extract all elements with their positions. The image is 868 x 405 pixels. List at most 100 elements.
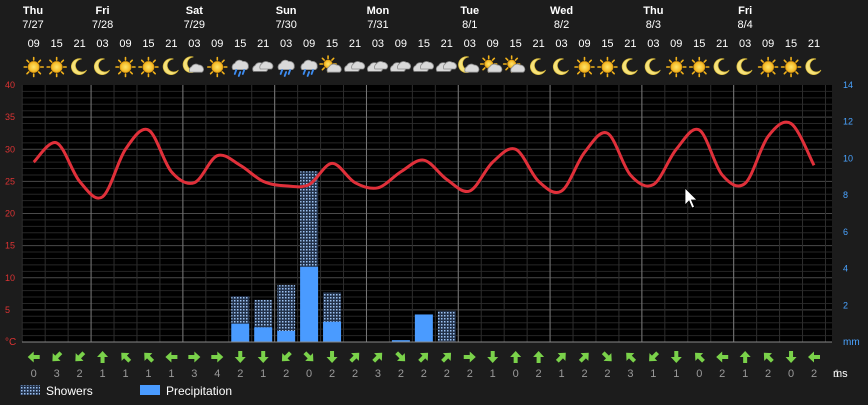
sun-ray <box>49 71 53 75</box>
date-label: 8/3 <box>646 19 661 31</box>
sun-ray <box>691 59 696 63</box>
hour-label: 09 <box>487 38 499 50</box>
sun-ray <box>576 59 581 63</box>
rain-drop <box>310 69 315 75</box>
hour-label: 15 <box>234 38 246 50</box>
hour-label: 09 <box>28 38 40 50</box>
sun-ray <box>680 71 684 75</box>
moon-shape <box>736 58 753 76</box>
date-label: 7/28 <box>92 19 113 31</box>
legend-swatch <box>20 385 40 395</box>
cloud-rain-icon <box>231 59 249 77</box>
wind-arrow-icon <box>234 351 246 363</box>
date-label: 8/4 <box>738 19 753 31</box>
temperature-tick-label: 30 <box>5 144 15 154</box>
cloud-shape <box>300 59 318 70</box>
moon-icon <box>644 58 661 76</box>
wind-arrow-icon <box>441 352 452 363</box>
moon-cloud-icon <box>182 56 204 74</box>
sun-icon <box>207 56 228 78</box>
rain-drop <box>241 69 246 75</box>
wind-arrow-icon <box>257 351 269 363</box>
cloud-shape <box>231 59 249 70</box>
wind-row: 0 3 2 1 1 1 1 3 4 2 1 2 0 2 2 3 2 2 2 2 1 0 2 1 2 2 3 1 1 0 2 1 2 0 2 1ms <box>27 351 848 380</box>
sun-icon <box>665 56 687 78</box>
precipitation-tick-label: 10 <box>843 153 853 163</box>
showers-bar <box>254 299 273 328</box>
sun-icon <box>23 56 45 78</box>
sun-ray <box>209 59 214 63</box>
wind-arrow-icon <box>52 351 63 362</box>
temperature-tick-label: 40 <box>5 80 15 90</box>
wind-arrow-icon <box>670 351 682 363</box>
sun-disc <box>211 61 224 73</box>
wind-speed-label: 2 <box>421 368 427 380</box>
wind-arrow-shape <box>626 352 637 363</box>
hour-label: 15 <box>510 38 522 50</box>
wind-arrow-icon <box>463 351 476 363</box>
sun-ray <box>783 71 787 75</box>
legend-label: Precipitation <box>166 384 232 398</box>
hour-label: 03 <box>647 38 659 50</box>
wind-speed-label: 1 <box>673 368 679 380</box>
wind-speed-label: 2 <box>467 368 473 380</box>
hour-label: 03 <box>464 38 476 50</box>
sun-ray <box>514 57 519 61</box>
moon-shape <box>162 58 179 76</box>
weather-icons <box>23 55 822 78</box>
cloud-shape <box>259 61 274 70</box>
temperature-tick-label: 20 <box>5 209 15 219</box>
day-label: Thu <box>643 5 663 17</box>
hour-label: 03 <box>188 38 200 50</box>
wind-arrow-icon <box>695 352 705 363</box>
day-label: Tue <box>460 5 479 17</box>
sun-ray <box>221 59 225 63</box>
temperature-tick-label: 10 <box>5 273 15 283</box>
sun-cloud-icon <box>479 55 503 73</box>
sun-ray <box>491 57 496 61</box>
wind-arrow-shape <box>188 351 201 363</box>
sun-ray <box>129 59 134 63</box>
wind-arrow-icon <box>601 351 612 362</box>
sun-ray <box>331 57 335 61</box>
wind-arrow-icon <box>487 351 499 363</box>
sun-ray <box>772 59 776 63</box>
hour-label: 09 <box>119 38 131 50</box>
cloud-rain-icon <box>277 59 295 77</box>
wind-arrow-icon <box>578 352 589 363</box>
day-label: Sat <box>186 5 203 17</box>
sun-ray <box>26 71 30 75</box>
wind-arrow-icon <box>763 352 774 363</box>
precipitation-bar <box>323 321 342 342</box>
sun-icon <box>574 56 595 78</box>
hour-label: 21 <box>624 38 636 50</box>
sun-disc <box>670 61 683 73</box>
sun-icon <box>688 56 710 78</box>
showers-bar <box>231 296 250 324</box>
sun-ray <box>611 59 615 63</box>
wind-arrow-shape <box>578 352 589 363</box>
date-label: 8/2 <box>554 19 569 31</box>
rain-drop <box>283 71 288 77</box>
wind-speed-label: 3 <box>627 368 633 380</box>
wind-speed-label: 2 <box>398 368 404 380</box>
hour-label: 03 <box>739 38 751 50</box>
sun-ray <box>760 59 764 63</box>
moon-shape <box>530 58 546 76</box>
sun-ray <box>209 71 214 75</box>
sun-disc <box>142 61 155 73</box>
wind-speed-label: 2 <box>444 368 450 380</box>
plot-area <box>21 85 832 342</box>
moon-icon <box>805 58 822 76</box>
wind-arrow-icon <box>739 351 751 363</box>
wind-arrow-shape <box>303 351 314 362</box>
sun-icon <box>46 56 67 78</box>
wind-speed-label: 0 <box>513 368 519 380</box>
sun-ray <box>129 71 134 75</box>
sun-icon <box>597 56 618 78</box>
sun-ray <box>611 71 615 75</box>
hour-label: 15 <box>418 38 430 50</box>
date-label: 7/31 <box>367 19 388 31</box>
sun-ray <box>37 71 42 75</box>
sun-ray <box>668 59 673 63</box>
